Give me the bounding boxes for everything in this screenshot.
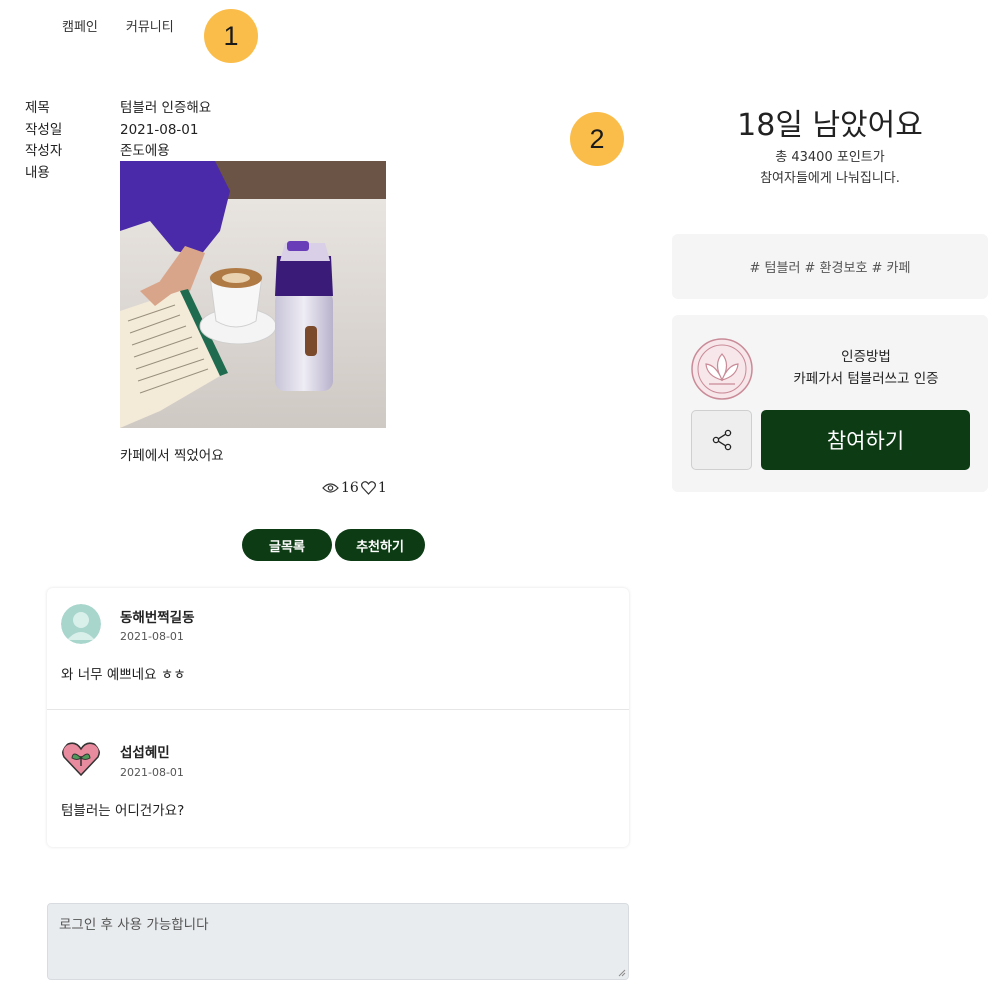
days-left: 18일 남았어요 xyxy=(737,108,923,143)
nav-campaign[interactable]: 캠페인 xyxy=(62,16,98,35)
step-marker-2: 2 xyxy=(570,112,624,166)
comment-text: 텀블러는 어디건가요? xyxy=(61,803,185,819)
step-marker-1: 1 xyxy=(204,9,258,63)
share-button[interactable] xyxy=(691,410,752,470)
comment-list: 동해번쩍길동 2021-08-01 와 너무 예쁘네요 ㅎㅎ 섭섭혜민 2021… xyxy=(47,588,629,847)
certification-desc: 카페가서 텀블러쓰고 인증 xyxy=(793,371,939,387)
post-date: 2021-08-01 xyxy=(120,121,199,138)
cafe-tumbler-photo xyxy=(120,161,386,428)
default-person-avatar xyxy=(61,604,101,644)
comment-author: 섭섭혜민 xyxy=(120,745,170,761)
comment-author: 동해번쩍길동 xyxy=(120,610,195,626)
post-list-button[interactable]: 글목록 xyxy=(242,529,332,561)
certification-title: 인증방법 xyxy=(841,349,891,365)
certification-info: 인증방법 카페가서 텀블러쓰고 인증 xyxy=(772,346,960,390)
comment-input[interactable]: 로그인 후 사용 가능합니다 xyxy=(47,903,629,980)
post-date-row: 작성일 2021-08-01 xyxy=(25,120,211,142)
nav-community[interactable]: 커뮤니티 xyxy=(126,16,174,35)
post-stats: 16 1 xyxy=(322,480,387,496)
post-title: 텀블러 인증해요 xyxy=(120,100,212,116)
comment-item: 섭섭혜민 2021-08-01 텀블러는 어디건가요? xyxy=(47,711,629,847)
recommend-button[interactable]: 추천하기 xyxy=(335,529,425,561)
comment-date: 2021-08-01 xyxy=(120,630,184,643)
points-line-2: 참여자들에게 나눠집니다. xyxy=(760,171,900,186)
comment-text: 와 너무 예쁘네요 ㅎㅎ xyxy=(61,667,186,683)
share-icon xyxy=(712,429,731,451)
view-count: 16 xyxy=(341,480,359,496)
post-photo xyxy=(120,161,386,428)
post-title-row: 제목 텀블러 인증해요 xyxy=(25,98,211,120)
join-button[interactable]: 참여하기 xyxy=(761,410,970,470)
comment-input-placeholder: 로그인 후 사용 가능합니다 xyxy=(59,917,209,933)
heart-sprout-icon xyxy=(61,742,101,777)
points-info: 총 43400 포인트가 참여자들에게 나눠집니다. xyxy=(672,147,988,189)
person-icon xyxy=(61,604,101,644)
heart-sprout-avatar xyxy=(61,738,101,778)
field-label: 작성일 xyxy=(25,121,63,138)
field-label: 작성자 xyxy=(25,143,63,159)
points-line-1: 총 43400 포인트가 xyxy=(775,150,885,165)
comment-date: 2021-08-01 xyxy=(120,766,184,779)
like-count: 1 xyxy=(377,480,387,496)
field-label: 제목 xyxy=(25,100,50,116)
tags-card: # 텀블러 # 환경보호 # 카페 xyxy=(672,234,988,299)
post-author: 존도에용 xyxy=(120,143,170,159)
heart-icon[interactable] xyxy=(360,481,376,495)
post-author-row: 작성자 존도에용 xyxy=(25,141,211,163)
field-label: 내용 xyxy=(25,164,50,181)
comment-item: 동해번쩍길동 2021-08-01 와 너무 예쁘네요 ㅎㅎ xyxy=(47,588,629,710)
eye-icon xyxy=(322,483,339,493)
campaign-tags: # 텀블러 # 환경보호 # 카페 xyxy=(749,261,911,276)
post-caption: 카페에서 찍었어요 xyxy=(120,448,224,464)
campaign-logo-icon xyxy=(691,338,753,400)
certification-card: 인증방법 카페가서 텀블러쓰고 인증 참여하기 xyxy=(672,315,988,492)
resize-handle-icon[interactable] xyxy=(618,969,626,977)
top-nav: 캠페인 커뮤니티 xyxy=(62,16,174,35)
